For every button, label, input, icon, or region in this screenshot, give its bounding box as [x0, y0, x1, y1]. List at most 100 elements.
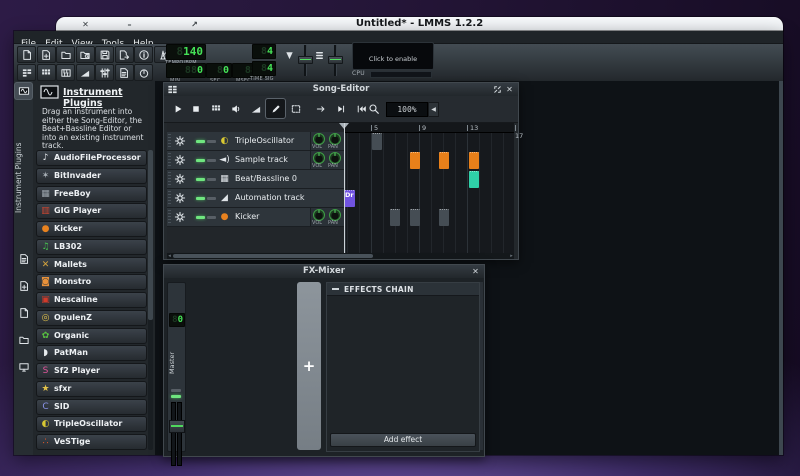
- track-solo-led[interactable]: [207, 178, 216, 181]
- track-gear-icon[interactable]: [174, 154, 186, 166]
- timesig-numerator[interactable]: 84: [252, 44, 276, 59]
- pattern-segment[interactable]: [439, 209, 449, 226]
- track-name[interactable]: Beat/Bassline 0: [235, 170, 297, 188]
- new-fx-channel-button[interactable]: +: [297, 282, 321, 450]
- plugin-monstro[interactable]: ◙ Monstro: [36, 274, 147, 291]
- plugin-tripleoscillator[interactable]: ◐ TripleOscillator: [36, 416, 147, 433]
- master-volume-handle[interactable]: [298, 56, 313, 64]
- track-mute-led[interactable]: [196, 140, 205, 143]
- plugin-audiofileprocessor[interactable]: ♪ AudioFileProcessor: [36, 150, 147, 166]
- master-solo-led[interactable]: [171, 389, 181, 392]
- visualizer[interactable]: Click to enable: [352, 42, 434, 70]
- fx-channel-master[interactable]: 80 Master: [167, 282, 186, 466]
- fx-mixer-close-icon[interactable]: ✕: [470, 266, 481, 277]
- whats-this-button[interactable]: [134, 46, 153, 63]
- master-pitch-slider[interactable]: [328, 45, 343, 76]
- track-name[interactable]: Automation track: [235, 189, 305, 207]
- zoom-level-display[interactable]: 100%: [386, 102, 428, 117]
- fx-mixer-vscrollbar[interactable]: [480, 282, 483, 450]
- new-project-button[interactable]: [17, 46, 36, 63]
- controller-rack-button[interactable]: [134, 64, 153, 81]
- play-button[interactable]: [168, 99, 187, 118]
- plugin-lb302[interactable]: ♫ LB302: [36, 238, 147, 255]
- bb-editor-button[interactable]: [36, 64, 56, 81]
- track-mute-led[interactable]: [196, 197, 205, 200]
- piano-roll-button[interactable]: [56, 64, 75, 81]
- automation-editor-button[interactable]: [75, 64, 95, 81]
- track-solo-led[interactable]: [207, 140, 216, 143]
- song-editor-hscroll-thumb[interactable]: [173, 254, 373, 258]
- track-grip[interactable]: [168, 210, 171, 224]
- track-gear-icon[interactable]: [174, 173, 186, 185]
- master-volume-slider[interactable]: [298, 45, 313, 76]
- track-name[interactable]: TripleOscillator: [235, 132, 294, 150]
- add-automation-track-button[interactable]: [246, 99, 265, 118]
- new-from-template-button[interactable]: [36, 46, 56, 63]
- collapse-icon[interactable]: [332, 288, 339, 290]
- sidebar-tab-my-samples[interactable]: [15, 251, 32, 267]
- plugin-patman[interactable]: ◗ PatMan: [36, 345, 147, 362]
- effects-chain-header[interactable]: EFFECTS CHAIN: [327, 283, 479, 296]
- master-pitch-handle[interactable]: [328, 56, 343, 64]
- plugin-nescaline[interactable]: ▣ Nescaline: [36, 292, 147, 308]
- recent-projects-button[interactable]: [75, 46, 95, 63]
- track-mute-led[interactable]: [196, 159, 205, 162]
- track-grip[interactable]: [168, 172, 171, 186]
- follow-playhead-button[interactable]: [311, 99, 330, 118]
- song-timeline-grid[interactable]: Dr: [344, 123, 514, 253]
- plugin-list-scrollbar[interactable]: [148, 150, 153, 450]
- edit-mode-button[interactable]: [286, 99, 305, 118]
- track-solo-led[interactable]: [207, 197, 216, 200]
- song-editor-button[interactable]: [17, 64, 36, 81]
- track-row-automation-track[interactable]: ◢ Automation track: [167, 189, 344, 208]
- time-display-min[interactable]: 880: [166, 63, 206, 78]
- track-gear-icon[interactable]: [174, 192, 186, 204]
- song-editor-hscrollbar[interactable]: ◂ ▸: [167, 253, 514, 259]
- track-name[interactable]: Sample track: [235, 151, 288, 169]
- track-grip[interactable]: [168, 153, 171, 167]
- track-grip[interactable]: [168, 134, 171, 148]
- pattern-segment[interactable]: [469, 171, 479, 188]
- stop-button[interactable]: [186, 99, 205, 118]
- tempo-display[interactable]: 8140: [166, 44, 206, 60]
- pattern-segment[interactable]: Dr: [344, 190, 355, 207]
- song-editor-maximize-icon[interactable]: [492, 84, 503, 95]
- master-mute-led[interactable]: [171, 395, 181, 398]
- track-gear-icon[interactable]: [174, 135, 186, 147]
- track-grip[interactable]: [168, 191, 171, 205]
- song-editor-close-icon[interactable]: ✕: [504, 84, 515, 95]
- pattern-segment[interactable]: [410, 209, 420, 226]
- track-row-tripleoscillator[interactable]: ◐ TripleOscillator VOL PAN: [167, 132, 344, 151]
- plugin-sfxr[interactable]: ★ sfxr: [36, 380, 147, 397]
- fx-mixer-button[interactable]: [95, 64, 114, 81]
- scroll-left-icon[interactable]: ◂: [167, 253, 172, 259]
- plugin-sid[interactable]: C SID: [36, 398, 147, 415]
- track-gear-icon[interactable]: [174, 211, 186, 223]
- project-notes-button[interactable]: [114, 64, 134, 81]
- add-sample-track-button[interactable]: [226, 99, 245, 118]
- pattern-segment[interactable]: [410, 152, 420, 169]
- time-display-sec[interactable]: 80: [206, 63, 232, 78]
- timeline-ruler[interactable]: 5 9 13 17: [344, 123, 523, 140]
- track-name[interactable]: Kicker: [235, 208, 259, 226]
- plugin-gig-player[interactable]: ▥ GIG Player: [36, 203, 147, 220]
- plugin-kicker[interactable]: ● Kicker: [36, 221, 147, 237]
- plugin-bitinvader[interactable]: ✶ BitInvader: [36, 167, 147, 184]
- scroll-right-icon[interactable]: ▸: [509, 253, 514, 259]
- plugin-opulenz[interactable]: ◎ OpulenZ: [36, 309, 147, 326]
- plugin-list-scrollbar-thumb[interactable]: [148, 150, 153, 320]
- fx-mixer-titlebar[interactable]: FX-Mixer ✕: [164, 265, 484, 279]
- rewind-to-start-button[interactable]: [351, 99, 370, 118]
- plugin-vestige[interactable]: ∴ VeSTige: [36, 434, 147, 450]
- sidebar-tab-computer[interactable]: [15, 359, 32, 375]
- export-project-button[interactable]: [114, 46, 134, 63]
- sidebar-tab-instrument-plugins[interactable]: [15, 83, 32, 99]
- plugin-sf2-player[interactable]: S Sf2 Player: [36, 363, 147, 379]
- sidebar-tab-my-home[interactable]: [15, 305, 32, 321]
- window-titlebar[interactable]: ✕ – ↗ Untitled* - LMMS 1.2.2: [56, 17, 783, 31]
- add-effect-button[interactable]: Add effect: [330, 433, 476, 447]
- track-solo-led[interactable]: [207, 159, 216, 162]
- track-row-beat-bassline-0[interactable]: ▦ Beat/Bassline 0: [167, 170, 344, 189]
- save-project-button[interactable]: [95, 46, 114, 63]
- add-bb-track-button[interactable]: [206, 99, 225, 118]
